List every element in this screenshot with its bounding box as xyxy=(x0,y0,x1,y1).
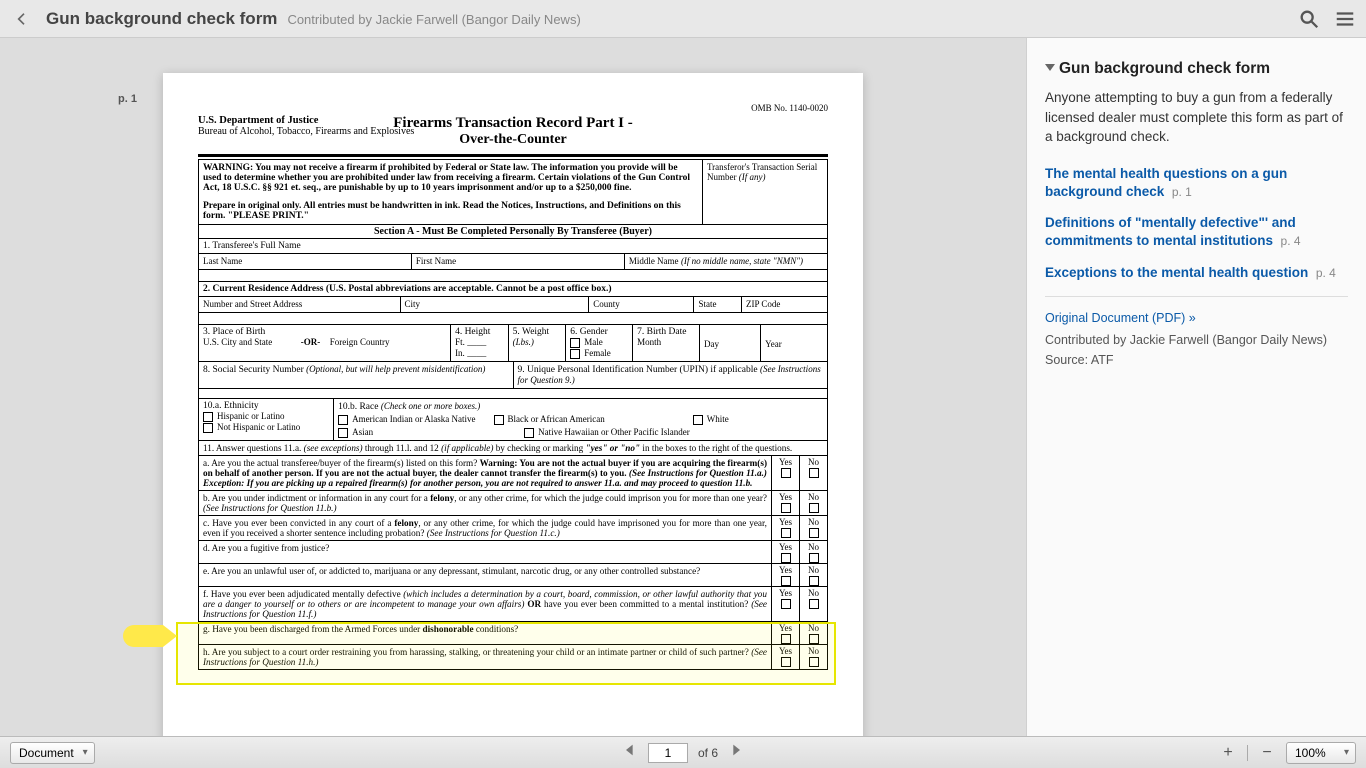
page-input[interactable] xyxy=(648,743,688,763)
race2: Black or African American xyxy=(508,414,605,424)
document-viewport[interactable]: p. 1 OMB No. 1140-0020 U.S. Department o… xyxy=(0,38,1026,736)
collapse-icon[interactable] xyxy=(1045,64,1055,74)
zoom-in-button[interactable]: + xyxy=(1219,744,1237,762)
q11g: g. Have you been discharged from the Arm… xyxy=(199,622,771,644)
sidebar: Gun background check form Anyone attempt… xyxy=(1026,38,1366,736)
q11a: a. Are you the actual transferee/buyer o… xyxy=(199,456,771,490)
lbs-label: (Lbs.) xyxy=(513,337,534,347)
middle-name-label: Middle Name xyxy=(629,256,679,266)
us-city-label: U.S. City and State xyxy=(203,337,272,347)
race4: Asian xyxy=(352,427,373,437)
section-a-header: Section A - Must Be Completed Personally… xyxy=(198,225,828,239)
omb-number: OMB No. 1140-0020 xyxy=(198,103,828,113)
race5: Native Hawaiian or Other Pacific Islande… xyxy=(538,427,690,437)
first-name-label: First Name xyxy=(416,256,456,266)
zoom-select[interactable]: 100% xyxy=(1286,742,1356,764)
top-bar: Gun background check form Contributed by… xyxy=(0,0,1366,38)
q11-intro: 11. Answer questions 11.a. (see exceptio… xyxy=(198,441,828,456)
back-button[interactable] xyxy=(10,7,34,31)
zoom-out-button[interactable]: − xyxy=(1258,744,1276,762)
sidebar-title: Gun background check form xyxy=(1059,60,1270,78)
prepare-text: Prepare in original only. All entries mu… xyxy=(203,201,681,221)
menu-icon[interactable] xyxy=(1334,8,1356,30)
q11c: c. Have you ever been convicted in any c… xyxy=(199,516,771,540)
state-label: State xyxy=(698,299,716,309)
sidebar-description: Anyone attempting to buy a gun from a fe… xyxy=(1045,88,1348,147)
yes-label: Yes xyxy=(779,457,792,467)
male-label: Male xyxy=(584,337,603,347)
q4-label: 4. Height xyxy=(455,327,504,337)
city-label: City xyxy=(405,299,421,309)
or-label: -OR- xyxy=(301,337,321,347)
q3-label: 3. Place of Birth xyxy=(203,327,446,337)
q10b-hint: (Check one or more boxes.) xyxy=(381,401,480,411)
hispanic-label: Hispanic or Latino xyxy=(217,411,284,421)
last-name-label: Last Name xyxy=(203,256,242,266)
highlight-arrow-icon xyxy=(123,625,163,647)
sidebar-contributor: Contributed by Jackie Farwell (Bangor Da… xyxy=(1045,333,1348,347)
view-mode-select[interactable]: Document xyxy=(10,742,95,764)
month-label: Month xyxy=(637,337,661,347)
q1-label: 1. Transferee's Full Name xyxy=(203,241,823,251)
nothispanic-label: Not Hispanic or Latino xyxy=(217,422,300,432)
q8-hint: (Optional, but will help prevent misiden… xyxy=(306,364,485,374)
race3: White xyxy=(707,414,729,424)
original-pdf-link[interactable]: Original Document (PDF) » xyxy=(1045,311,1348,325)
q9-label: 9. Unique Personal Identification Number… xyxy=(518,365,758,375)
female-label: Female xyxy=(584,348,611,358)
q11e: e. Are you an unlawful user of, or addic… xyxy=(199,564,771,586)
race1: American Indian or Alaska Native xyxy=(352,414,475,424)
prev-page-button[interactable] xyxy=(622,742,638,763)
middle-hint: (If no middle name, state "NMN") xyxy=(681,256,803,266)
search-icon[interactable] xyxy=(1298,8,1320,30)
serial-ifany: (If any) xyxy=(739,172,766,182)
warning-text: WARNING: You may not receive a firearm i… xyxy=(203,163,690,193)
q10a-label: 10.a. Ethnicity xyxy=(203,401,329,411)
q11d: d. Are you a fugitive from justice? xyxy=(199,541,771,563)
q2-label: 2. Current Residence Address (U.S. Posta… xyxy=(203,284,612,294)
q11f: f. Have you ever been adjudicated mental… xyxy=(199,587,771,621)
county-label: County xyxy=(593,299,620,309)
q7-label: 7. Birth Date xyxy=(637,327,695,337)
bottom-bar: Document of 6 + − 100% xyxy=(0,736,1366,768)
document-title: Gun background check form xyxy=(46,9,277,29)
note-link-3[interactable]: Exceptions to the mental health question… xyxy=(1045,264,1348,282)
sidebar-source: Source: ATF xyxy=(1045,353,1348,367)
year-label: Year xyxy=(765,339,782,349)
ft-label: Ft. xyxy=(455,337,465,347)
document-page: OMB No. 1140-0020 U.S. Department of Jus… xyxy=(163,73,863,736)
no-label: No xyxy=(808,457,819,467)
next-page-button[interactable] xyxy=(728,742,744,763)
q5-label: 5. Weight xyxy=(513,327,562,337)
day-label: Day xyxy=(704,339,719,349)
note-link-2[interactable]: Definitions of "mentally defective"' and… xyxy=(1045,214,1348,250)
q6-label: 6. Gender xyxy=(570,327,628,337)
q8-label: 8. Social Security Number xyxy=(203,365,304,375)
in-label: In. xyxy=(455,348,465,358)
q10b-label: 10.b. Race xyxy=(338,402,378,412)
contributor-label: Contributed by Jackie Farwell (Bangor Da… xyxy=(287,12,580,27)
total-pages-label: of 6 xyxy=(698,746,718,760)
street-label: Number and Street Address xyxy=(203,299,302,309)
q11b: b. Are you under indictment or informati… xyxy=(199,491,771,515)
zip-label: ZIP Code xyxy=(746,299,780,309)
note-link-1[interactable]: The mental health questions on a gun bac… xyxy=(1045,165,1348,201)
foreign-label: Foreign Country xyxy=(330,337,390,347)
page-number-label: p. 1 xyxy=(118,93,137,105)
q11h: h. Are you subject to a court order rest… xyxy=(199,645,771,669)
